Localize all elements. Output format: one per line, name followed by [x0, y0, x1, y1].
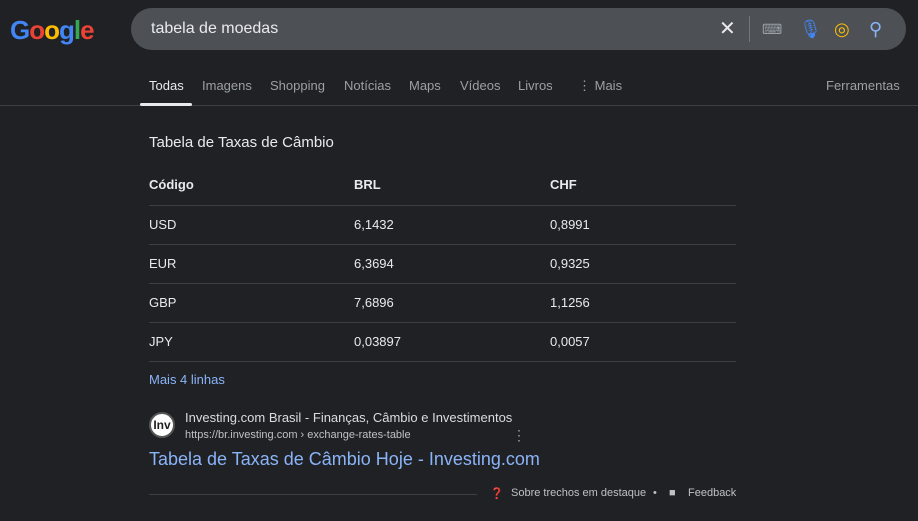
tab-imagens[interactable]: Imagens: [202, 78, 252, 93]
google-logo[interactable]: Google: [10, 15, 95, 46]
tab-noticias[interactable]: Notícias: [344, 78, 391, 93]
header-codigo: Código: [149, 165, 354, 206]
divider: [749, 16, 750, 42]
cell: 0,03897: [354, 322, 550, 362]
result-title-link[interactable]: Tabela de Taxas de Câmbio Hoje - Investi…: [149, 449, 540, 470]
feedback-icon: ■: [669, 487, 676, 499]
search-tabs: Todas Imagens Shopping Notícias Maps Víd…: [0, 76, 918, 106]
table-row: EUR 6,3694 0,9325: [149, 244, 736, 284]
cell: 6,1432: [354, 205, 550, 245]
cell: JPY: [149, 322, 354, 362]
search-icon[interactable]: ⚲: [869, 18, 882, 40]
cell: 0,8991: [550, 205, 736, 245]
microphone-icon[interactable]: 🎙: [799, 18, 822, 40]
site-url[interactable]: https://br.investing.com › exchange-rate…: [185, 429, 411, 441]
table-row: JPY 0,03897 0,0057: [149, 322, 736, 362]
search-input[interactable]: tabela de moedas: [151, 20, 278, 38]
feedback-link[interactable]: Feedback: [688, 487, 736, 499]
table-row: USD 6,1432 0,8991: [149, 205, 736, 245]
cell: 6,3694: [354, 244, 550, 284]
more-rows-link[interactable]: Mais 4 linhas: [149, 372, 225, 387]
header-chf: CHF: [550, 165, 736, 206]
help-icon: ❓: [490, 488, 504, 500]
more-vert-icon: ⋮: [578, 78, 595, 93]
table-header: Código BRL CHF: [149, 165, 736, 206]
snippet-title: Tabela de Taxas de Câmbio: [149, 134, 334, 151]
divider: [149, 494, 477, 495]
tools-button[interactable]: Ferramentas: [826, 78, 900, 93]
tab-maps[interactable]: Maps: [409, 78, 441, 93]
header-brl: BRL: [354, 165, 550, 206]
search-bar[interactable]: tabela de moedas ✕ ⌨ 🎙 ◎ ⚲: [131, 8, 906, 50]
cell: EUR: [149, 244, 354, 284]
cell: 1,1256: [550, 283, 736, 323]
cell: 7,6896: [354, 283, 550, 323]
clear-icon[interactable]: ✕: [719, 18, 736, 40]
tab-todas[interactable]: Todas: [149, 78, 184, 93]
table-row: GBP 7,6896 1,1256: [149, 283, 736, 323]
tab-livros[interactable]: Livros: [518, 78, 553, 93]
lens-icon[interactable]: ◎: [834, 18, 850, 40]
tab-mais-label: Mais: [594, 78, 623, 93]
cell: USD: [149, 205, 354, 245]
exchange-table: Código BRL CHF USD 6,1432 0,8991 EUR 6,3694…: [149, 165, 736, 362]
tab-shopping[interactable]: Shopping: [270, 78, 325, 93]
tab-mais[interactable]: ⋮ Mais: [578, 78, 622, 94]
cell: GBP: [149, 283, 354, 323]
cell: 0,0057: [550, 322, 736, 362]
site-favicon[interactable]: Inv: [149, 412, 175, 438]
about-snippets-link[interactable]: Sobre trechos em destaque: [511, 487, 646, 499]
dot-separator: •: [653, 487, 657, 499]
active-tab-indicator: [140, 103, 192, 106]
tab-videos[interactable]: Vídeos: [460, 78, 500, 93]
keyboard-icon[interactable]: ⌨: [762, 18, 782, 40]
more-options-icon[interactable]: ⋮: [512, 427, 526, 444]
site-name[interactable]: Investing.com Brasil - Finanças, Câmbio …: [185, 410, 512, 425]
cell: 0,9325: [550, 244, 736, 284]
